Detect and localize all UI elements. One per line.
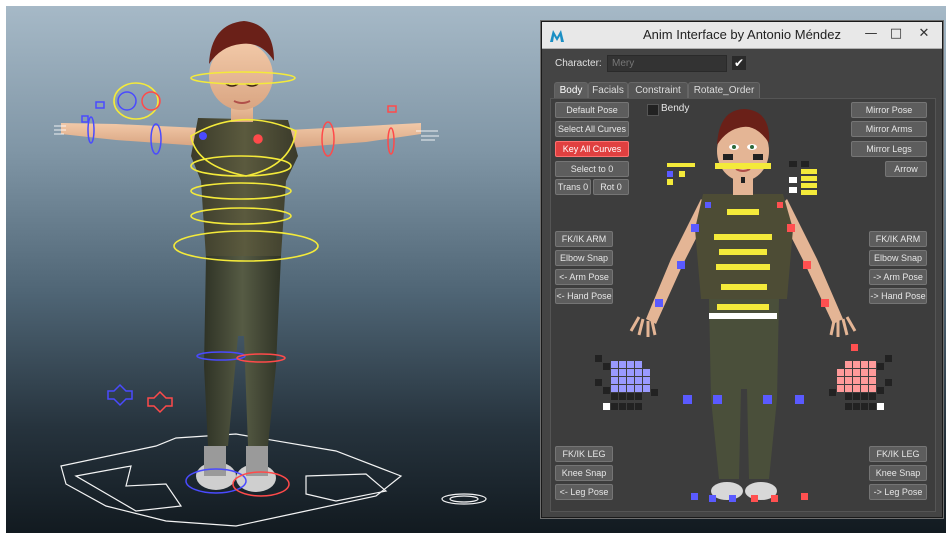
window-title: Anim Interface by Antonio Méndez xyxy=(642,27,841,42)
leg-pose-left-button[interactable]: <- Leg Pose xyxy=(555,484,613,500)
maximize-button[interactable]: □ xyxy=(885,24,907,44)
arm-pose-left-button[interactable]: <- Arm Pose xyxy=(555,269,613,285)
window-titlebar[interactable]: Anim Interface by Antonio Méndez — □ ✕ xyxy=(542,22,942,49)
select-all-curves-button[interactable]: Select All Curves xyxy=(555,121,629,137)
trans-0-button[interactable]: Trans 0 xyxy=(555,179,591,195)
mirror-arms-button[interactable]: Mirror Arms xyxy=(851,121,927,137)
character-body xyxy=(61,21,421,492)
elbow-snap-right-button[interactable]: Elbow Snap xyxy=(869,250,927,266)
elbow-snap-left-button[interactable]: Elbow Snap xyxy=(555,250,613,266)
character-label: Character: xyxy=(555,58,602,69)
mirror-pose-button[interactable]: Mirror Pose xyxy=(851,102,927,118)
left-finger-grid xyxy=(595,355,658,410)
hand-pose-right-button[interactable]: -> Hand Pose xyxy=(869,288,927,304)
close-button[interactable]: ✕ xyxy=(910,24,938,44)
leg-pose-right-button[interactable]: -> Leg Pose xyxy=(869,484,927,500)
fkik-arm-right-button[interactable]: FK/IK ARM xyxy=(869,231,927,247)
tab-facials[interactable]: Facials xyxy=(588,82,628,99)
arm-pose-right-button[interactable]: -> Arm Pose xyxy=(869,269,927,285)
tab-rotate-order[interactable]: Rotate_Order xyxy=(688,82,760,99)
body-tab-panel: Default Pose Select All Curves Key All C… xyxy=(550,98,936,512)
fkik-leg-left-button[interactable]: FK/IK LEG xyxy=(555,446,613,462)
hand-pose-left-button[interactable]: <- Hand Pose xyxy=(555,288,613,304)
knee-snap-right-button[interactable]: Knee Snap xyxy=(869,465,927,481)
character-field[interactable]: Mery xyxy=(607,55,727,72)
mirror-legs-button[interactable]: Mirror Legs xyxy=(851,141,927,157)
rot-0-button[interactable]: Rot 0 xyxy=(593,179,629,195)
bendy-label: Bendy xyxy=(661,103,690,114)
rigged-character-scene xyxy=(54,21,487,527)
select-to-0-button[interactable]: Select to 0 xyxy=(555,161,629,177)
maya-viewport[interactable] xyxy=(6,6,536,533)
shoulder-blue-dot xyxy=(199,132,207,140)
foot-ik-controls xyxy=(107,383,173,414)
fkik-leg-right-button[interactable]: FK/IK LEG xyxy=(869,446,927,462)
knee-snap-left-button[interactable]: Knee Snap xyxy=(555,465,613,481)
tab-constraint[interactable]: Constraint xyxy=(628,82,688,99)
bendy-checkbox[interactable] xyxy=(647,104,659,116)
arrow-button[interactable]: Arrow xyxy=(885,161,927,177)
key-all-curves-button[interactable]: Key All Curves xyxy=(555,141,629,157)
right-finger-grid xyxy=(829,355,892,410)
fkik-arm-left-button[interactable]: FK/IK ARM xyxy=(555,231,613,247)
character-check[interactable]: ✔ xyxy=(732,56,746,70)
default-pose-button[interactable]: Default Pose xyxy=(555,102,629,118)
anim-interface-window: Anim Interface by Antonio Méndez — □ ✕ C… xyxy=(541,21,943,518)
screenshot-frame: Anim Interface by Antonio Méndez — □ ✕ C… xyxy=(6,6,946,533)
minimize-button[interactable]: — xyxy=(860,24,882,44)
